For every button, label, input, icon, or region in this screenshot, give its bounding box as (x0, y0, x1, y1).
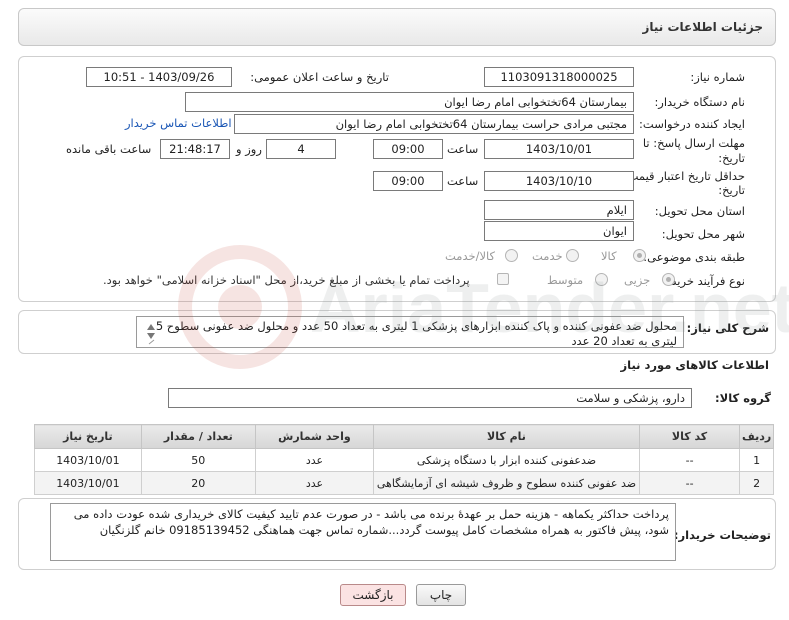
cell-row: 1 (739, 448, 774, 472)
process-label-medium: متوسط (547, 273, 584, 287)
deadline-date-field: 1403/10/01 (484, 139, 634, 159)
remaining-label: ساعت باقی مانده (66, 142, 152, 156)
process-radio-minor[interactable] (662, 273, 675, 286)
page-title: جزئیات اطلاعات نیاز (642, 20, 763, 34)
need-number-label: شماره نیاز: (690, 70, 745, 84)
buyer-notes-label: توضیحات خریدار: (673, 528, 771, 542)
header-panel: جزئیات اطلاعات نیاز (18, 8, 776, 46)
cell-date: 1403/10/01 (34, 448, 142, 472)
process-label-minor: جزیی (624, 273, 651, 287)
cell-unit: عدد (254, 448, 375, 472)
cell-qty: 20 (140, 471, 256, 495)
goods-section-title: اطلاعات کالاهای مورد نیاز (620, 358, 769, 372)
description-label: شرح کلی نیاز: (686, 321, 769, 335)
deadline-date-label: تاریخ: (718, 151, 745, 165)
validity-time-label: ساعت (447, 174, 479, 188)
category-label-both: کالا/خدمت (445, 249, 496, 263)
col-name: نام کالا (373, 424, 640, 449)
announce-field: 1403/09/26 - 10:51 (86, 67, 232, 87)
need-number-field: 1103091318000025 (484, 67, 634, 87)
validity-time-field: 09:00 (373, 171, 443, 191)
validity-date-label: تاریخ: (718, 183, 745, 197)
province-field: ایلام (484, 200, 634, 220)
cell-code: -- (638, 448, 741, 472)
back-button[interactable]: بازگشت (340, 584, 406, 606)
col-qty: تعداد / مقدار (140, 424, 256, 449)
description-textarea[interactable]: محلول ضد عفونی کننده و پاک کننده ابزارها… (136, 316, 684, 348)
category-label-goods: کالا (601, 249, 617, 263)
buyer-org-field: بیمارستان 64تختخوابی امام رضا ایوان (185, 92, 634, 112)
announce-label: تاریخ و ساعت اعلان عمومی: (250, 70, 389, 84)
category-radio-service[interactable] (566, 249, 579, 262)
buyer-org-label: نام دستگاه خریدار: (654, 95, 745, 109)
goods-table: ردیف کد کالا نام کالا واحد شمارش تعداد /… (34, 424, 774, 495)
days-label: روز و (236, 142, 262, 156)
cell-name: ضد عفونی کننده سطوح و ظروف شیشه ای آزمای… (373, 471, 640, 495)
city-label: شهر محل تحویل: (661, 227, 745, 241)
buyer-notes-textarea[interactable]: پرداخت حداکثر یکماهه - هزینه حمل بر عهده… (50, 503, 676, 561)
cell-row: 2 (739, 471, 774, 495)
deadline-time-label: ساعت (447, 142, 479, 156)
print-button[interactable]: چاپ (416, 584, 466, 606)
cell-name: ضدعفونی کننده ابزار با دستگاه پزشکی (373, 448, 640, 472)
days-field: 4 (266, 139, 336, 159)
process-label: نوع فرآیند خرید : (663, 274, 745, 288)
treasury-payment-checkbox[interactable] (497, 273, 509, 285)
cell-qty: 50 (140, 448, 256, 472)
requester-field: مجتبی مرادی حراست بیمارستان 64تختخوابی ا… (234, 114, 634, 134)
contact-info-link[interactable]: اطلاعات تماس خریدار (125, 116, 232, 130)
deadline-label: مهلت ارسال پاسخ: تا (642, 136, 745, 150)
cell-code: -- (638, 471, 741, 495)
col-unit: واحد شمارش (254, 424, 375, 449)
scroll-arrows-icon[interactable] (146, 322, 156, 346)
category-radio-both[interactable] (505, 249, 518, 262)
category-radio-goods[interactable] (633, 249, 646, 262)
goods-group-field: دارو، پزشکی و سلامت (168, 388, 692, 408)
deadline-time-field: 09:00 (373, 139, 443, 159)
goods-group-label: گروه کالا: (715, 391, 771, 405)
remaining-time-field: 21:48:17 (160, 139, 230, 159)
payment-note: پرداخت تمام یا بخشی از مبلغ خرید،از محل … (103, 273, 470, 287)
province-label: استان محل تحویل: (654, 204, 745, 218)
category-label-service: خدمت (532, 249, 563, 263)
city-field: ایوان (484, 221, 634, 241)
table-header-row: ردیف کد کالا نام کالا واحد شمارش تعداد /… (34, 424, 774, 449)
col-date: تاریخ نیاز (34, 424, 142, 449)
col-row: ردیف (739, 424, 774, 449)
cell-unit: عدد (254, 471, 375, 495)
table-row[interactable]: 1 -- ضدعفونی کننده ابزار با دستگاه پزشکی… (34, 448, 774, 472)
validity-date-field: 1403/10/10 (484, 171, 634, 191)
requester-label: ایجاد کننده درخواست: (639, 117, 745, 131)
table-row[interactable]: 2 -- ضد عفونی کننده سطوح و ظروف شیشه ای … (34, 471, 774, 495)
col-code: کد کالا (638, 424, 741, 449)
cell-date: 1403/10/01 (34, 471, 142, 495)
category-label: طبقه بندی موضوعی: (643, 250, 745, 264)
process-radio-medium[interactable] (595, 273, 608, 286)
